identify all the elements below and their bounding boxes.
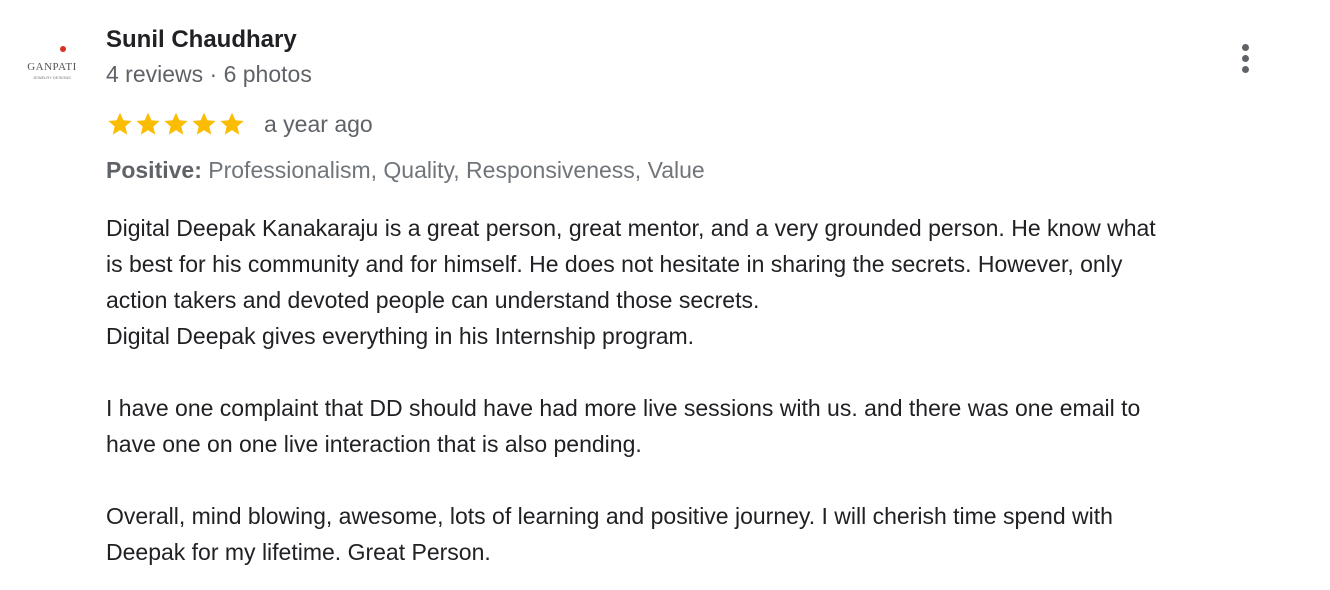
review-line: I have one complaint that DD should have…: [106, 395, 1141, 421]
star-icon: [192, 112, 216, 135]
positive-values: Professionalism, Quality, Responsiveness…: [208, 157, 705, 183]
positive-label: Positive:: [106, 157, 202, 183]
avatar-logo-text: GANPATI: [27, 61, 77, 73]
avatar[interactable]: GANPATI JEWELRY DESIGNS: [22, 42, 82, 88]
star-icon: [108, 112, 132, 135]
star-icon: [220, 112, 244, 135]
review-line: Deepak for my lifetime. Great Person.: [106, 539, 491, 565]
reviewer-meta[interactable]: 4 reviews · 6 photos: [106, 61, 312, 88]
star-icon: [164, 112, 188, 135]
star-icon: [136, 112, 160, 135]
review-text: Digital Deepak Kanakaraju is a great per…: [106, 210, 1316, 570]
review-line: Digital Deepak Kanakaraju is a great per…: [106, 215, 1156, 241]
review-line: action takers and devoted people can und…: [106, 287, 760, 313]
rating-row: a year ago: [106, 107, 373, 141]
more-options-button[interactable]: [1226, 36, 1266, 80]
star-rating: [106, 110, 246, 138]
review-line: Overall, mind blowing, awesome, lots of …: [106, 503, 1113, 529]
avatar-logo: GANPATI JEWELRY DESIGNS: [27, 46, 77, 80]
review-card: GANPATI JEWELRY DESIGNS Sunil Chaudhary …: [0, 0, 1330, 590]
reviewer-name[interactable]: Sunil Chaudhary: [106, 26, 297, 54]
positive-attributes: Positive: Professionalism, Quality, Resp…: [106, 157, 705, 184]
review-line: is best for his community and for himsel…: [106, 251, 1123, 277]
review-line: have one on one live interaction that is…: [106, 431, 642, 457]
review-line: Digital Deepak gives everything in his I…: [106, 323, 695, 349]
avatar-logo-subtext: JEWELRY DESIGNS: [33, 75, 71, 80]
review-time: a year ago: [264, 110, 373, 137]
